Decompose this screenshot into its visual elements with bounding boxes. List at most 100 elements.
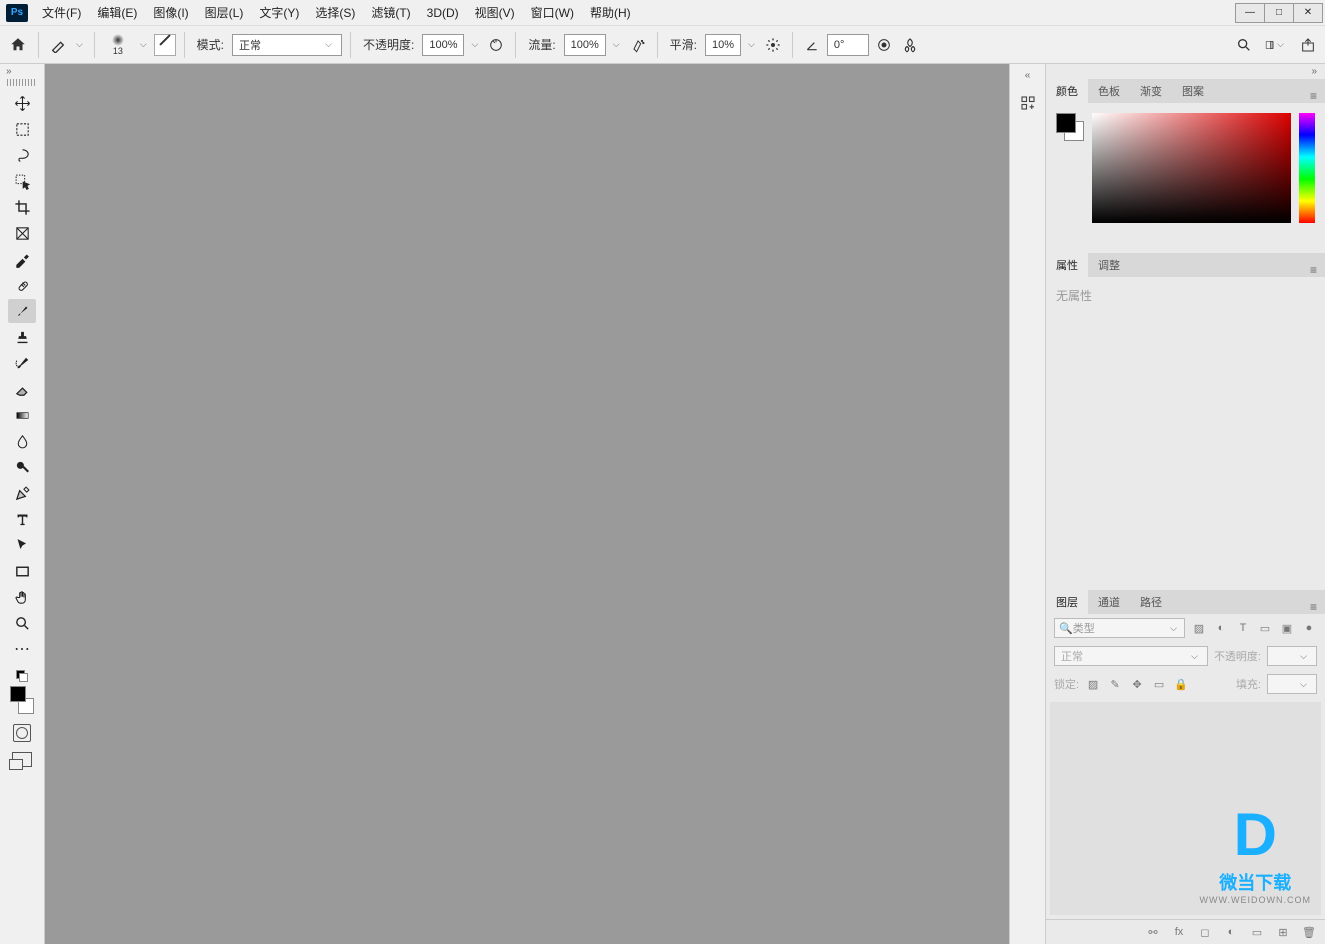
filter-type-icon[interactable]: T [1235, 620, 1251, 636]
search-icon[interactable] [1233, 34, 1255, 56]
stamp-tool[interactable] [8, 325, 36, 349]
brush-chevron[interactable]: ⌵ [137, 39, 150, 50]
delete-layer-icon[interactable]: 🗑 [1301, 924, 1317, 940]
lock-all-icon[interactable]: 🔒 [1173, 676, 1189, 692]
brush-panel-toggle[interactable] [154, 34, 176, 56]
heal-tool[interactable] [8, 273, 36, 297]
menu-layer[interactable]: 图层(L) [197, 0, 252, 26]
type-tool[interactable] [8, 507, 36, 531]
layer-fill-combo[interactable]: ⌵ [1267, 674, 1317, 694]
frame-tool[interactable] [8, 221, 36, 245]
panel-color-swatch[interactable] [1056, 113, 1084, 141]
opacity-pressure-icon[interactable] [485, 34, 507, 56]
layer-list[interactable]: D 微当下载 WWW.WEIDOWN.COM [1050, 702, 1321, 915]
symmetry-icon[interactable] [899, 34, 921, 56]
path-select-tool[interactable] [8, 533, 36, 557]
menu-window[interactable]: 窗口(W) [523, 0, 582, 26]
new-layer-icon[interactable]: ⊞ [1275, 924, 1291, 940]
angle-combo[interactable]: 0° [827, 34, 869, 56]
tool-preset-icon[interactable] [47, 34, 69, 56]
blend-mode-combo[interactable]: 正常⌵ [232, 34, 342, 56]
properties-panel-menu-icon[interactable]: ≡ [1302, 263, 1325, 277]
pen-tool[interactable] [8, 481, 36, 505]
tab-adjustments[interactable]: 调整 [1088, 253, 1130, 277]
menu-edit[interactable]: 编辑(E) [89, 0, 145, 26]
opacity-chevron[interactable]: ⌵ [468, 39, 481, 50]
color-panel-menu-icon[interactable]: ≡ [1302, 89, 1325, 103]
smooth-options-icon[interactable] [762, 34, 784, 56]
dodge-tool[interactable] [8, 455, 36, 479]
layer-fx-icon[interactable]: fx [1171, 924, 1187, 940]
menu-help[interactable]: 帮助(H) [582, 0, 639, 26]
lock-position-icon[interactable]: ✥ [1129, 676, 1145, 692]
workspace-icon[interactable]: ⌵ [1265, 34, 1287, 56]
tab-patterns[interactable]: 图案 [1172, 79, 1214, 103]
filter-adjust-icon[interactable]: ◐ [1213, 620, 1229, 636]
quick-mask-icon[interactable] [13, 724, 31, 742]
layer-blend-combo[interactable]: 正常⌵ [1054, 646, 1208, 666]
tab-channels[interactable]: 通道 [1088, 590, 1130, 614]
eraser-tool[interactable] [8, 377, 36, 401]
rectangle-tool[interactable] [8, 559, 36, 583]
zoom-tool[interactable] [8, 611, 36, 635]
menu-image[interactable]: 图像(I) [145, 0, 196, 26]
hue-slider[interactable] [1299, 113, 1315, 223]
libraries-icon[interactable] [1015, 90, 1041, 116]
default-colors-icon[interactable] [16, 670, 28, 682]
flow-combo[interactable]: 100% [564, 34, 606, 56]
filter-smart-icon[interactable]: ▣ [1279, 620, 1295, 636]
lock-artboard-icon[interactable]: ▭ [1151, 676, 1167, 692]
layer-mask-icon[interactable]: ◻ [1197, 924, 1213, 940]
brush-tool[interactable] [8, 299, 36, 323]
layers-panel-menu-icon[interactable]: ≡ [1302, 600, 1325, 614]
menu-3d[interactable]: 3D(D) [419, 0, 467, 26]
gradient-tool[interactable] [8, 403, 36, 427]
filter-image-icon[interactable]: ▨ [1191, 620, 1207, 636]
color-swatch[interactable] [8, 686, 36, 714]
tab-color[interactable]: 颜色 [1046, 79, 1088, 103]
marquee-tool[interactable] [8, 117, 36, 141]
lock-transparency-icon[interactable]: ▨ [1085, 676, 1101, 692]
dock-collapse-icon[interactable]: « [1025, 70, 1031, 81]
menu-file[interactable]: 文件(F) [34, 0, 89, 26]
tab-properties[interactable]: 属性 [1046, 253, 1088, 277]
home-icon[interactable] [6, 33, 30, 57]
filter-toggle-icon[interactable]: ● [1301, 620, 1317, 636]
toolbar-expand-icon[interactable]: » [6, 66, 12, 77]
color-field[interactable] [1092, 113, 1291, 223]
opacity-combo[interactable]: 100% [422, 34, 464, 56]
tab-swatches[interactable]: 色板 [1088, 79, 1130, 103]
layer-group-icon[interactable]: ▭ [1249, 924, 1265, 940]
lasso-tool[interactable] [8, 143, 36, 167]
blur-tool[interactable] [8, 429, 36, 453]
filter-shape-icon[interactable]: ▭ [1257, 620, 1273, 636]
menu-select[interactable]: 选择(S) [307, 0, 363, 26]
flow-chevron[interactable]: ⌵ [610, 39, 623, 50]
share-icon[interactable] [1297, 34, 1319, 56]
tab-paths[interactable]: 路径 [1130, 590, 1172, 614]
menu-filter[interactable]: 滤镜(T) [363, 0, 418, 26]
minimize-button[interactable]: — [1235, 3, 1265, 23]
adjustment-layer-icon[interactable]: ◐ [1223, 924, 1239, 940]
menu-type[interactable]: 文字(Y) [251, 0, 307, 26]
quick-select-tool[interactable] [8, 169, 36, 193]
edit-toolbar-icon[interactable]: ⋯ [8, 637, 36, 661]
lock-image-icon[interactable]: ✎ [1107, 676, 1123, 692]
angle-icon[interactable] [801, 34, 823, 56]
canvas-area[interactable] [45, 64, 1009, 944]
close-button[interactable]: ✕ [1293, 3, 1323, 23]
screen-mode-icon[interactable] [12, 752, 32, 767]
panel-collapse-icon[interactable]: » [1311, 66, 1317, 77]
brush-preset-picker[interactable]: 13 [103, 30, 133, 60]
airbrush-icon[interactable] [627, 34, 649, 56]
toolbar-grip[interactable] [7, 79, 37, 86]
smooth-chevron[interactable]: ⌵ [745, 39, 758, 50]
tool-preset-chevron[interactable]: ⌵ [73, 39, 86, 50]
crop-tool[interactable] [8, 195, 36, 219]
smooth-combo[interactable]: 10% [705, 34, 741, 56]
history-brush-tool[interactable] [8, 351, 36, 375]
maximize-button[interactable]: □ [1264, 3, 1294, 23]
hand-tool[interactable] [8, 585, 36, 609]
tab-layers[interactable]: 图层 [1046, 590, 1088, 614]
eyedropper-tool[interactable] [8, 247, 36, 271]
